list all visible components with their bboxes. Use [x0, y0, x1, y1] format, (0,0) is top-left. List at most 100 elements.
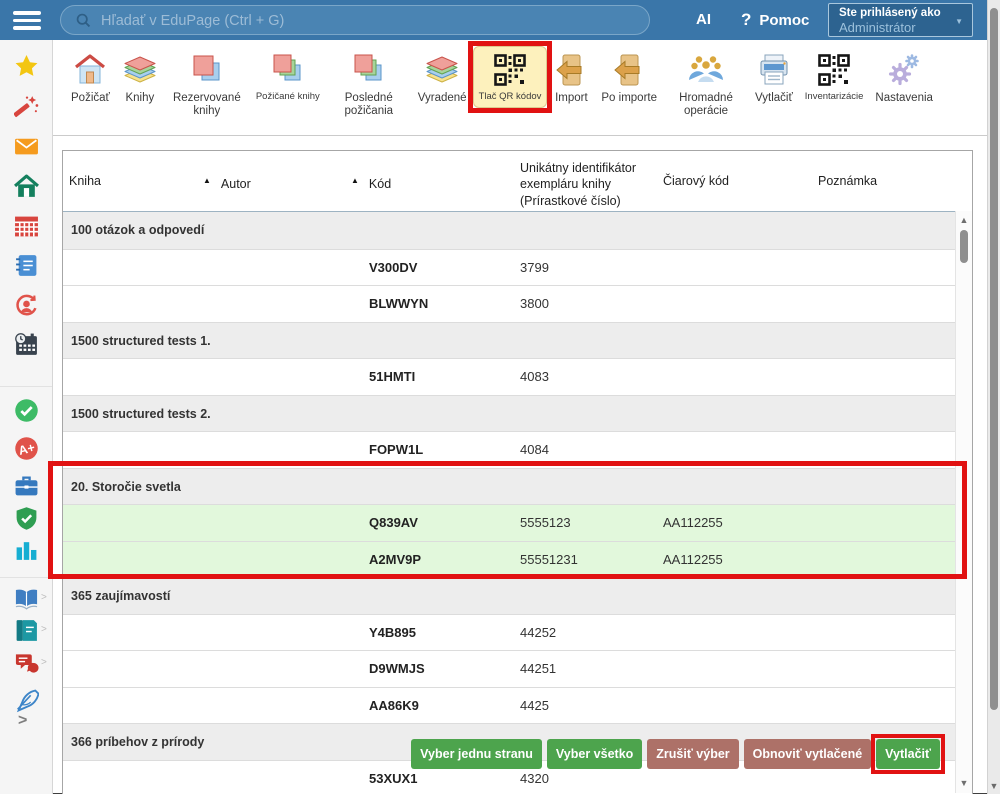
notebook-icon	[14, 253, 39, 278]
vyber-vsetko-button[interactable]: Vyber všetko	[547, 739, 642, 769]
toolbar-item-inventarizacie[interactable]: Inventarizácie	[799, 46, 870, 108]
toolbar-item-pozicat[interactable]: Požičať	[65, 46, 116, 110]
toolbar-item-po-importe[interactable]: Po importe	[595, 46, 663, 110]
column-header-ciarovy-kod[interactable]: Čiarový kód	[663, 151, 729, 211]
page-scrollbar-thumb[interactable]	[990, 8, 998, 710]
table-scrollbar-thumb[interactable]	[960, 230, 968, 263]
scroll-down-icon[interactable]: ▼	[956, 778, 972, 788]
cell-kod: D9WMJS	[369, 651, 425, 687]
toolbar-item-label: Po importe	[601, 92, 657, 105]
toolbar-item-tlac-qr-kodov[interactable]: Tlač QR kódov	[473, 46, 548, 108]
table-scrollbar[interactable]: ▲ ▼	[955, 211, 972, 793]
toolbar-item-hromadne-operacie[interactable]: Hromadné operácie	[663, 46, 749, 123]
obnovit-vytlacene-button[interactable]: Obnoviť vytlačené	[744, 739, 872, 769]
book-title: 1500 structured tests 1.	[71, 323, 211, 359]
book-stack-icon	[122, 51, 158, 89]
book-copy-row[interactable]: D9WMJS44251	[63, 650, 972, 687]
scroll-up-icon[interactable]: ▲	[956, 215, 972, 225]
column-label: Čiarový kód	[663, 174, 729, 188]
question-mark-icon: ?	[741, 10, 751, 29]
book-copy-row[interactable]: A2MV9P55551231AA112255	[63, 541, 972, 578]
star-icon	[14, 54, 39, 79]
book-group-row[interactable]: 365 zaujímavostí	[63, 577, 972, 614]
book-title: 1500 structured tests 2.	[71, 396, 211, 432]
cell-ciarovy-kod: AA112255	[663, 505, 723, 541]
toolbar-item-import[interactable]: Import	[547, 46, 595, 110]
book-copy-row[interactable]: FOPW1L 4084	[63, 431, 972, 468]
timetable-icon	[14, 214, 39, 239]
sidebar-item-library[interactable]	[14, 586, 39, 611]
column-header-poznamka[interactable]: Poznámka	[818, 151, 877, 211]
book-group-row[interactable]: 20. Storočie svetla	[63, 468, 972, 505]
import-icon	[611, 51, 647, 89]
book-group-row[interactable]: 100 otázok a odpovedí	[63, 212, 972, 249]
sidebar-item-discussions[interactable]	[14, 651, 39, 676]
zrusit-vyber-button[interactable]: Zrušiť výber	[647, 739, 738, 769]
cell-unikatny-identifikator: 4084	[520, 432, 549, 468]
book-copy-row[interactable]: Y4B89544252	[63, 614, 972, 651]
topbar: AI ?Pomoc Ste prihlásený ako Administrát…	[0, 0, 987, 40]
book-stack-icon	[424, 51, 460, 89]
sidebar-item-results[interactable]	[14, 538, 39, 563]
account-menu[interactable]: Ste prihlásený ako Administrátor ▼	[828, 3, 973, 37]
sidebar-item-grades[interactable]: A+	[14, 436, 39, 461]
sidebar-item-calendar[interactable]	[14, 332, 39, 357]
book-title: 100 otázok a odpovedí	[71, 212, 204, 248]
vytlacit-button[interactable]: Vytlačiť	[876, 739, 940, 769]
search-icon	[75, 12, 92, 29]
help-button[interactable]: ?Pomoc	[741, 10, 809, 30]
column-label: Poznámka	[818, 174, 877, 188]
sidebar-item-admin[interactable]	[14, 506, 39, 531]
cell-kod: FOPW1L	[369, 432, 423, 468]
scroll-down-icon[interactable]: ▼	[988, 781, 1000, 791]
sidebar-item-timetable[interactable]	[14, 214, 39, 239]
toolbar-item-vyradene[interactable]: Vyradené	[412, 46, 473, 110]
toolbar-item-knihy[interactable]: Knihy	[116, 46, 164, 110]
toolbar-item-rezervovane-knihy[interactable]: Rezervované knihy	[164, 46, 250, 123]
ai-button[interactable]: AI	[696, 11, 711, 28]
book-copy-row[interactable]: BLWWYN3800	[63, 285, 972, 322]
cell-ciarovy-kod: AA112255	[663, 542, 723, 578]
qr-code-icon	[492, 51, 528, 89]
sidebar-item-notebook[interactable]	[14, 253, 39, 278]
column-header-kod[interactable]: ▲Kód	[351, 151, 391, 214]
toolbar-item-label: Vyradené	[418, 92, 467, 105]
column-header-autor[interactable]: ▲ Autor	[203, 151, 251, 214]
toolbar-item-nastavenia[interactable]: Nastavenia	[869, 46, 939, 110]
book-copy-row[interactable]: V300DV3799	[63, 249, 972, 286]
column-label: Autor	[221, 177, 251, 191]
quill-icon	[14, 688, 39, 713]
hamburger-menu-icon[interactable]	[13, 11, 41, 34]
sidebar-item-attendance[interactable]	[14, 398, 39, 423]
sidebar-item-messages[interactable]	[14, 134, 39, 159]
sidebar-item-homework[interactable]	[14, 688, 39, 713]
toolbar-item-vytlacit[interactable]: Vytlačiť	[749, 46, 799, 110]
book-group-row[interactable]: 1500 structured tests 2.	[63, 395, 972, 432]
sort-asc-icon: ▲	[203, 176, 211, 185]
toolbar-item-label: Nastavenia	[875, 92, 933, 105]
column-header-uid[interactable]: Unikátny identifikátor exempláru knihy (…	[520, 160, 662, 209]
sidebar-item-substitution[interactable]	[14, 293, 39, 318]
book-group-row[interactable]: 1500 structured tests 1.	[63, 322, 972, 359]
sidebar-item-expand[interactable]: >	[18, 712, 27, 730]
sidebar-divider	[0, 577, 52, 578]
qr-code-icon	[816, 51, 852, 89]
sidebar-item-wizard[interactable]	[14, 94, 39, 119]
squares-two-icon	[189, 51, 225, 89]
toolbar-item-posledne-pozicania[interactable]: Posledné požičania	[326, 46, 412, 123]
vyber-jednu-stranu-button[interactable]: Vyber jednu stranu	[411, 739, 542, 769]
column-header-kniha[interactable]: Kniha	[69, 151, 101, 211]
book-copy-row[interactable]: AA86K94425	[63, 687, 972, 724]
cell-kod: Q839AV	[369, 505, 418, 541]
sidebar-item-favorites[interactable]	[14, 54, 39, 79]
toolbar-item-pozicane-knihy[interactable]: Požičané knihy	[250, 46, 326, 108]
search-input[interactable]	[99, 8, 633, 34]
toolbar-item-label: Inventarizácie	[805, 92, 864, 103]
sidebar-item-ebooks[interactable]	[14, 618, 39, 643]
cell-unikatny-identifikator: 4083	[520, 359, 549, 395]
book-copy-row[interactable]: Q839AV5555123AA112255	[63, 504, 972, 541]
page-scrollbar[interactable]: ▼	[987, 0, 1000, 794]
book-copy-row[interactable]: 51HMTI4083	[63, 358, 972, 395]
sidebar-item-home[interactable]	[14, 174, 39, 199]
sidebar-item-agenda[interactable]	[14, 474, 39, 499]
